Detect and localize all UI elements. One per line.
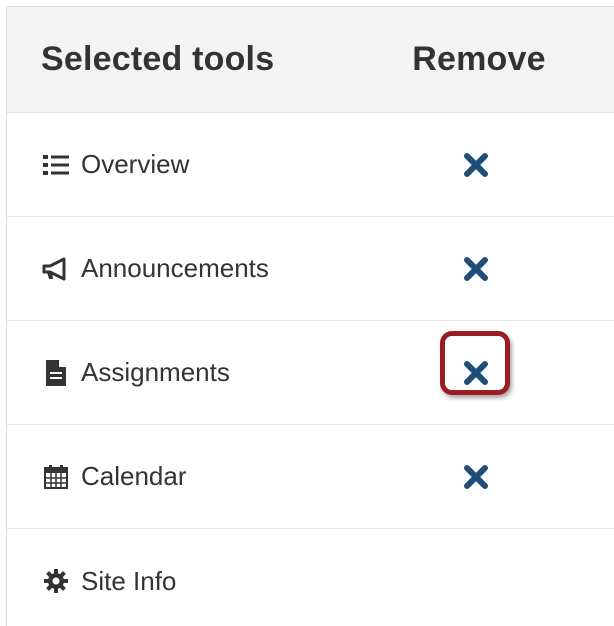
selected-tools-header: Selected tools: [41, 40, 275, 78]
tool-cell: Calendar: [7, 461, 387, 492]
table-row-overview: Overview: [7, 113, 614, 217]
close-icon: [464, 464, 488, 489]
table-row-assignments: Assignments: [7, 321, 614, 425]
megaphone-icon: [41, 254, 71, 284]
calendar-icon: [41, 462, 71, 492]
tool-cell: Site Info: [7, 566, 387, 597]
table-row-announcements: Announcements: [7, 217, 614, 321]
close-icon: [464, 360, 488, 385]
table-header: Selected tools Remove: [7, 7, 614, 113]
tool-cell: Overview: [7, 149, 387, 180]
gear-icon: [41, 566, 71, 596]
remove-assignments-button[interactable]: [440, 330, 510, 403]
table-row-calendar: Calendar: [7, 425, 614, 529]
selected-tools-table: Selected tools Remove Overview Announcem…: [6, 6, 614, 626]
tool-cell: Announcements: [7, 253, 387, 284]
remove-announcements-button[interactable]: [446, 239, 506, 299]
close-icon: [464, 152, 488, 177]
tool-label: Calendar: [81, 461, 187, 491]
tool-label: Assignments: [81, 357, 230, 387]
list-icon: [41, 150, 71, 180]
tool-label: Announcements: [81, 253, 269, 283]
table-row-site-info: Site Info: [7, 529, 614, 626]
remove-calendar-button[interactable]: [446, 447, 506, 507]
remove-overview-button[interactable]: [446, 135, 506, 195]
tool-label: Overview: [81, 149, 190, 179]
remove-header: Remove: [412, 40, 546, 78]
close-icon: [464, 256, 488, 281]
tool-label: Site Info: [81, 565, 177, 596]
document-icon: [41, 358, 71, 388]
tool-cell: Assignments: [7, 357, 387, 388]
